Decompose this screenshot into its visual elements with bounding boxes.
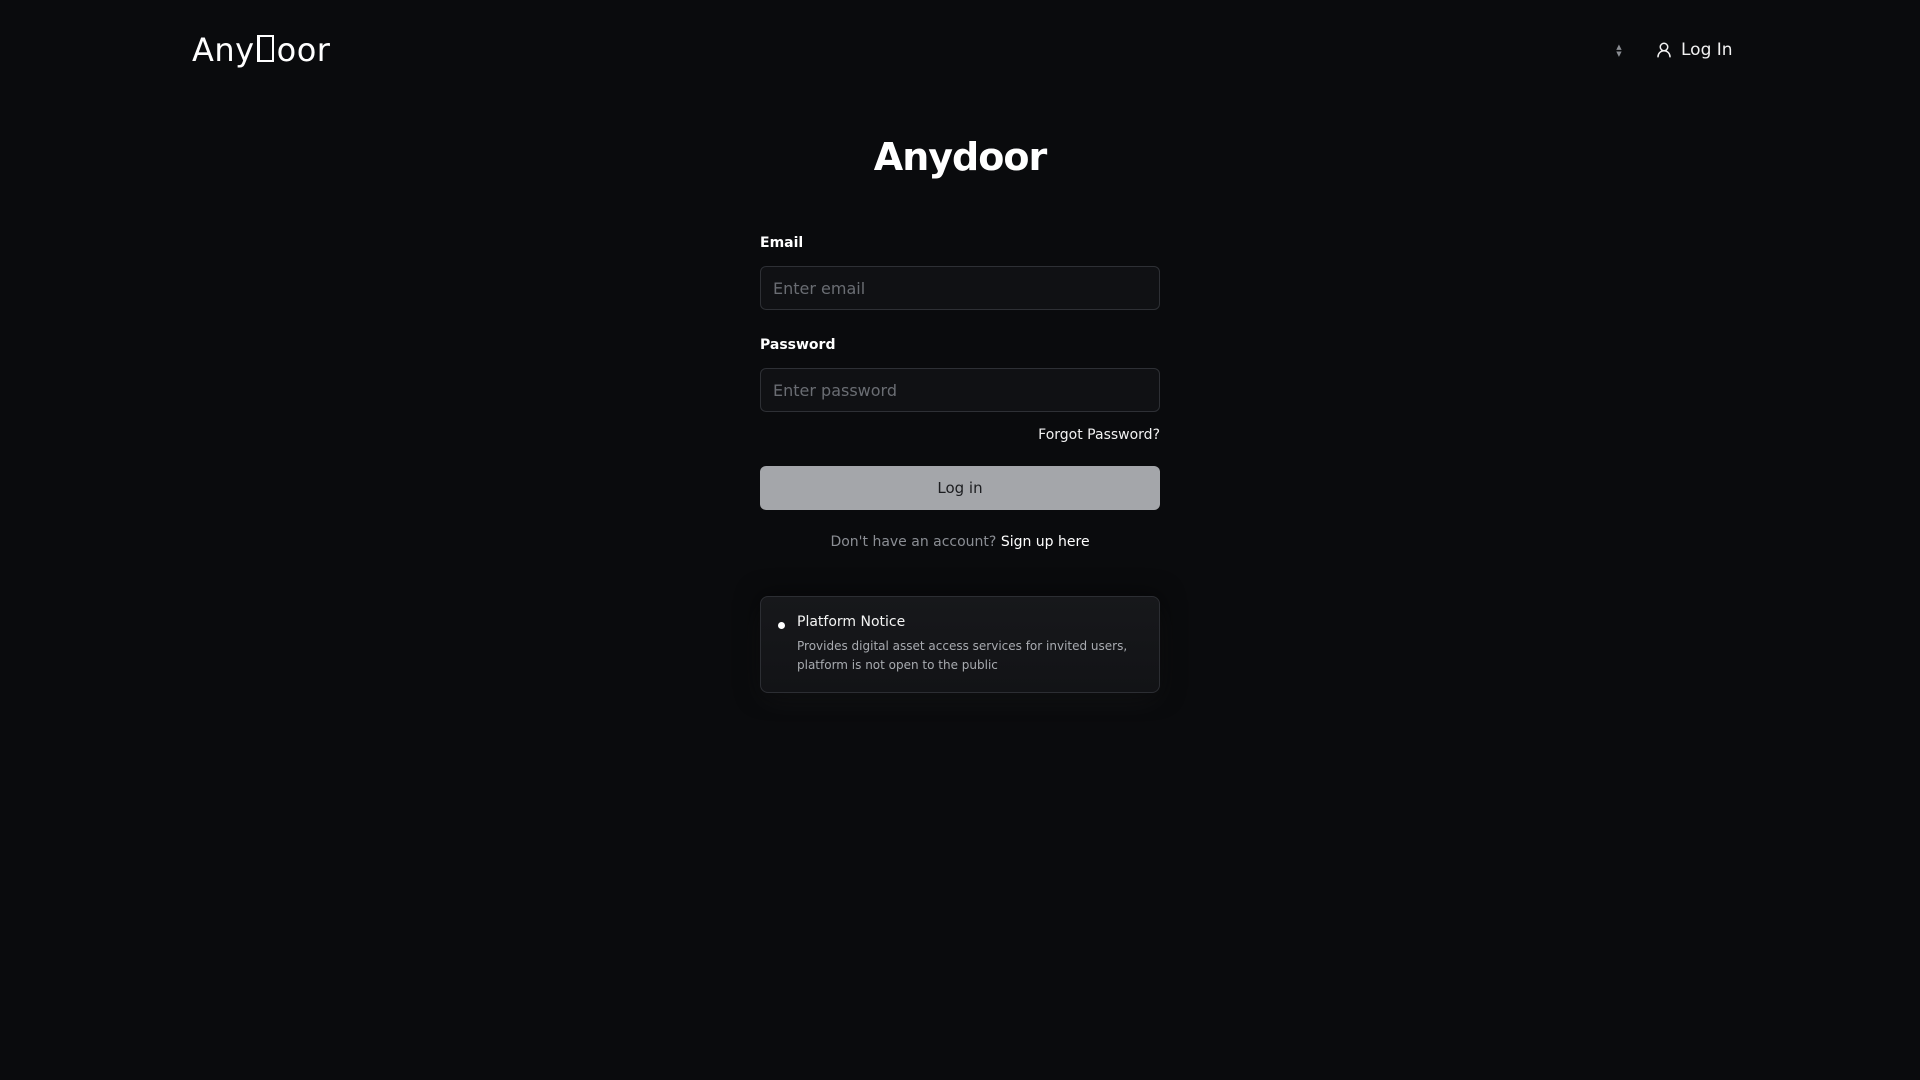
password-input[interactable]	[760, 368, 1160, 412]
user-icon	[1657, 42, 1671, 58]
header-login-link[interactable]: Log In	[1655, 36, 1733, 64]
logo-text-right: oor	[276, 31, 331, 69]
login-form: Email Password Forgot Password? Log in D…	[760, 232, 1160, 550]
signup-row: Don't have an account? Sign up here	[760, 534, 1160, 550]
signup-link[interactable]: Sign up here	[1001, 534, 1090, 550]
login-page: Any oor ▲▼ Log In Anydoor Email Password…	[0, 0, 1920, 1080]
brand-logo[interactable]: Any oor	[192, 30, 330, 70]
email-input[interactable]	[760, 266, 1160, 310]
logo-text-left: Any	[192, 31, 255, 69]
password-block: Password	[760, 334, 1160, 412]
top-header: Any oor ▲ ▼ Log In	[0, 0, 1920, 100]
forgot-password-link[interactable]: Forgot Password?	[1038, 427, 1160, 443]
bullet-dot-icon	[778, 622, 785, 629]
header-login-label: Log In	[1681, 40, 1733, 60]
email-label: Email	[760, 235, 804, 251]
forgot-row: Forgot Password?	[760, 424, 1160, 444]
password-label: Password	[760, 337, 836, 353]
signup-prompt: Don't have an account?	[830, 534, 997, 550]
language-switcher[interactable]: ▲ ▼	[1611, 41, 1627, 61]
notice-text: Provides digital asset access services f…	[797, 639, 1128, 672]
notice-title: Platform Notice	[797, 614, 906, 630]
login-submit-button[interactable]: Log in	[760, 466, 1160, 510]
door-icon	[256, 34, 274, 62]
chevron-up-down-icon: ▲ ▼	[1616, 43, 1622, 58]
page-title: Anydoor	[873, 135, 1047, 179]
platform-notice-card: Platform Notice Provides digital asset a…	[760, 596, 1160, 693]
